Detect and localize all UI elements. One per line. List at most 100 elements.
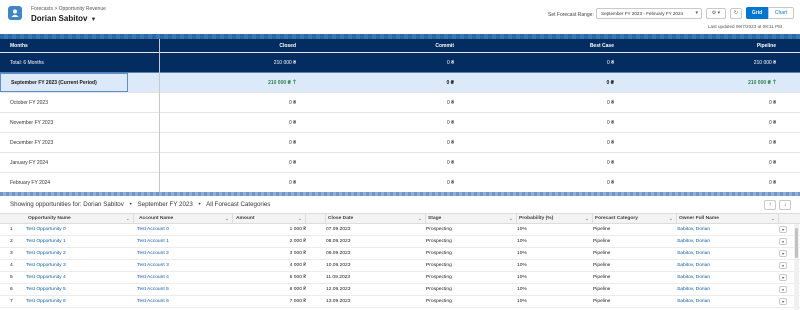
column-header-account-name[interactable]: Account Name ⌄ xyxy=(137,214,233,223)
current-closed-cell[interactable]: 210 000 ₴ 🡑 xyxy=(160,73,300,92)
opportunity-link[interactable]: Test Opportunity 6 xyxy=(26,296,134,307)
opportunity-link[interactable]: Test Opportunity 3 xyxy=(26,260,134,271)
chevron-down-icon[interactable]: ⌄ xyxy=(585,216,589,222)
chevron-down-icon[interactable]: ⌄ xyxy=(669,216,673,222)
period-pipeline[interactable]: 0 ₴ xyxy=(618,133,780,152)
period-pipeline[interactable]: 0 ₴ xyxy=(618,153,780,172)
probability-cell: 10% xyxy=(517,299,527,304)
row-actions-button[interactable]: ▾ xyxy=(779,236,789,247)
account-link[interactable]: Test Account 5 xyxy=(137,284,233,295)
period-best-case[interactable]: 0 ₴ xyxy=(458,173,618,192)
chevron-down-icon[interactable]: ⌄ xyxy=(225,216,229,222)
chevron-down-icon[interactable]: ⌄ xyxy=(509,216,513,222)
account-link[interactable]: Test Account 3 xyxy=(137,260,233,271)
chevron-down-icon[interactable]: ⌄ xyxy=(771,216,775,222)
chevron-down-icon[interactable]: ⌄ xyxy=(126,216,130,222)
row-number: 1 xyxy=(10,227,13,232)
chevron-down-icon[interactable]: ⌄ xyxy=(298,216,302,222)
opportunities-period: September FY 2023 xyxy=(137,201,193,208)
probability-cell: 10% xyxy=(517,239,527,244)
opportunity-link[interactable]: Test Opportunity 5 xyxy=(26,284,134,295)
opportunity-link[interactable]: Test Opportunity 0 xyxy=(26,224,134,235)
period-closed[interactable]: 0 ₴ xyxy=(160,153,300,172)
period-pipeline[interactable]: 0 ₴ xyxy=(618,93,780,112)
owner-link[interactable]: Sabitov, Dorian xyxy=(677,224,779,235)
period-commit[interactable]: 0 ₴ xyxy=(300,113,458,132)
forecast-total-row[interactable]: Total: 6 Months 210 000 ₴ 0 ₴ 0 ₴ 210 00… xyxy=(0,53,800,73)
column-header-close-date[interactable]: Close Date ⌄ xyxy=(326,214,426,223)
forecast-range-select[interactable]: September FY 2023 - February FY 2024 ▾ xyxy=(596,8,702,19)
forecast-period-row[interactable]: December FY 2023 0 ₴ 0 ₴ 0 ₴ 0 ₴ xyxy=(0,133,800,153)
current-closed: 210 000 ₴ xyxy=(268,79,291,86)
column-header-stage[interactable]: Stage ⌄ xyxy=(426,214,517,223)
owner-link[interactable]: Sabitov, Dorian xyxy=(677,296,779,307)
forecast-owner-switcher[interactable]: Dorian Sabitov ▼ xyxy=(31,14,96,23)
period-closed[interactable]: 0 ₴ xyxy=(160,133,300,152)
breadcrumb[interactable]: Forecasts > Opportunity Revenue xyxy=(31,6,106,12)
opportunity-link[interactable]: Test Opportunity 4 xyxy=(26,272,134,283)
chevron-down-icon[interactable]: ⌄ xyxy=(418,216,422,222)
owner-link[interactable]: Sabitov, Dorian xyxy=(677,248,779,259)
total-pipeline[interactable]: 210 000 ₴ xyxy=(618,53,780,72)
period-closed[interactable]: 0 ₴ xyxy=(160,173,300,192)
forecast-period-row[interactable]: October FY 2023 0 ₴ 0 ₴ 0 ₴ 0 ₴ xyxy=(0,93,800,113)
column-header-opportunity-name[interactable]: Opportunity Name ⌄ xyxy=(26,214,134,223)
column-header-amount[interactable]: Amount ⌄ xyxy=(234,214,306,223)
forecast-period-row[interactable]: January FY 2024 0 ₴ 0 ₴ 0 ₴ 0 ₴ xyxy=(0,153,800,173)
current-pipeline-cell[interactable]: 210 000 ₴ 🡑 xyxy=(618,73,780,92)
period-closed[interactable]: 0 ₴ xyxy=(160,93,300,112)
move-down-button[interactable]: ↓ xyxy=(779,200,791,210)
row-actions-button[interactable]: ▾ xyxy=(779,224,789,235)
row-actions-button[interactable]: ▾ xyxy=(779,272,789,283)
row-actions-button[interactable]: ▾ xyxy=(779,296,789,307)
account-link[interactable]: Test Account 6 xyxy=(137,296,233,307)
row-actions-button[interactable]: ▾ xyxy=(779,284,789,295)
column-header-owner-full-name[interactable]: Owner Full Name ⌄ xyxy=(677,214,779,223)
total-commit[interactable]: 0 ₴ xyxy=(300,53,458,72)
account-link[interactable]: Test Account 0 xyxy=(137,224,233,235)
period-closed[interactable]: 0 ₴ xyxy=(160,113,300,132)
row-actions-button[interactable]: ▾ xyxy=(779,260,789,271)
grid-view-button[interactable]: Grid xyxy=(746,7,768,19)
current-best-case[interactable]: 0 ₴ xyxy=(458,73,618,92)
owner-link[interactable]: Sabitov, Dorian xyxy=(677,272,779,283)
vertical-scrollbar[interactable] xyxy=(794,224,799,310)
period-pipeline[interactable]: 0 ₴ xyxy=(618,173,780,192)
forecast-period-row[interactable]: November FY 2023 0 ₴ 0 ₴ 0 ₴ 0 ₴ xyxy=(0,113,800,133)
owner-link[interactable]: Sabitov, Dorian xyxy=(677,236,779,247)
settings-menu-button[interactable]: ⚙ ▾ xyxy=(706,8,726,19)
refresh-button[interactable]: ↻ xyxy=(730,8,742,19)
period-best-case[interactable]: 0 ₴ xyxy=(458,113,618,132)
close-date-cell: 12.09.2023 xyxy=(326,287,351,292)
period-commit[interactable]: 0 ₴ xyxy=(300,133,458,152)
total-best-case[interactable]: 0 ₴ xyxy=(458,53,618,72)
period-commit[interactable]: 0 ₴ xyxy=(300,93,458,112)
column-header-probability[interactable]: Probability (%) ⌄ xyxy=(517,214,593,223)
forecast-current-period-row[interactable]: September FY 2023 (Current Period) 210 0… xyxy=(0,73,800,93)
column-header-label: Opportunity Name xyxy=(28,216,71,221)
total-closed[interactable]: 210 000 ₴ xyxy=(160,53,300,72)
period-best-case[interactable]: 0 ₴ xyxy=(458,153,618,172)
forecast-category-cell: Pipeline xyxy=(593,275,611,280)
account-link[interactable]: Test Account 1 xyxy=(137,236,233,247)
current-period-label[interactable]: September FY 2023 (Current Period) xyxy=(0,73,128,92)
opportunity-link[interactable]: Test Opportunity 2 xyxy=(26,248,134,259)
row-actions-button[interactable]: ▾ xyxy=(779,248,789,259)
account-link[interactable]: Test Account 2 xyxy=(137,248,233,259)
column-header-forecast-category[interactable]: Forecast Category ⌄ xyxy=(593,214,677,223)
move-up-button[interactable]: ↑ xyxy=(764,200,776,210)
period-commit[interactable]: 0 ₴ xyxy=(300,153,458,172)
period-pipeline[interactable]: 0 ₴ xyxy=(618,113,780,132)
forecast-period-row[interactable]: February FY 2024 0 ₴ 0 ₴ 0 ₴ 0 ₴ xyxy=(0,173,800,193)
period-best-case[interactable]: 0 ₴ xyxy=(458,133,618,152)
current-commit[interactable]: 0 ₴ xyxy=(300,73,458,92)
owner-link[interactable]: Sabitov, Dorian xyxy=(677,284,779,295)
owner-link[interactable]: Sabitov, Dorian xyxy=(677,260,779,271)
period-best-case[interactable]: 0 ₴ xyxy=(458,93,618,112)
resize-divider[interactable] xyxy=(0,192,800,196)
chart-view-button[interactable]: Chart xyxy=(768,7,794,19)
scrollbar-thumb[interactable] xyxy=(795,228,798,258)
opportunity-link[interactable]: Test Opportunity 1 xyxy=(26,236,134,247)
account-link[interactable]: Test Account 4 xyxy=(137,272,233,283)
period-commit[interactable]: 0 ₴ xyxy=(300,173,458,192)
